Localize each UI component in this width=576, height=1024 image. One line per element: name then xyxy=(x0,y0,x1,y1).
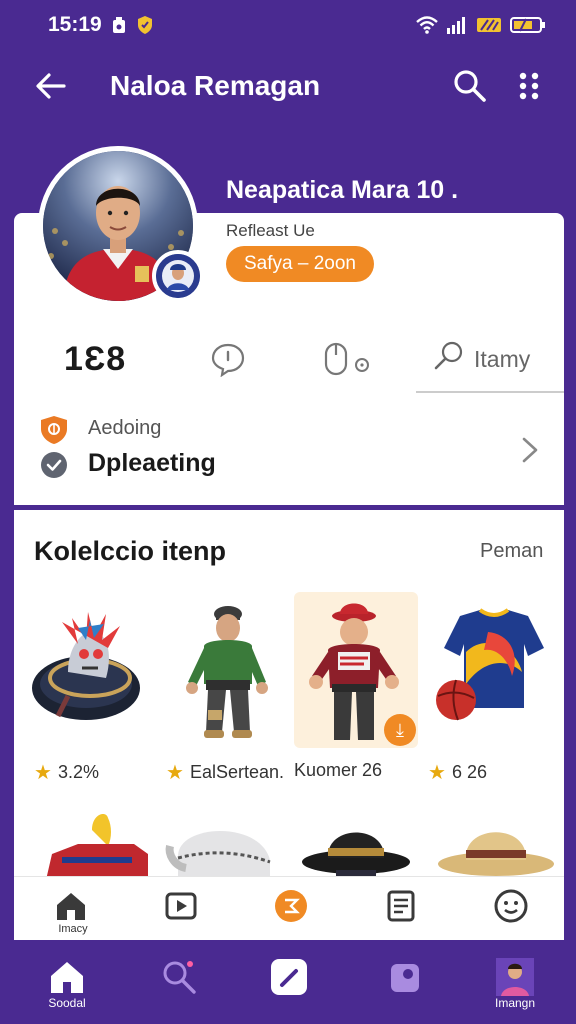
tab-underline xyxy=(416,391,564,393)
tab-video[interactable] xyxy=(124,877,234,941)
team-badge-icon xyxy=(152,250,204,302)
collection-item-caption: ★ 6 26 xyxy=(428,762,487,784)
shield-status-icon xyxy=(136,15,154,35)
home-icon xyxy=(54,889,88,923)
collection-section: Kolelccio itenp Peman ★ 3.2% ★ EalSertea… xyxy=(14,510,564,876)
shield-icon xyxy=(40,415,68,445)
stats-row: 1Ɛ8 Itamy xyxy=(14,323,564,395)
collection-item-jersey[interactable] xyxy=(426,592,550,748)
mouse-icon[interactable] xyxy=(322,323,374,395)
profile-status-pill[interactable]: Safya – 2oon xyxy=(226,246,374,282)
star-icon: ★ xyxy=(428,762,446,784)
data-saver-icon xyxy=(476,16,502,34)
download-icon[interactable]: ⤓ xyxy=(384,714,416,746)
chevron-right-icon[interactable] xyxy=(518,435,542,465)
search-tab[interactable]: Itamy xyxy=(432,323,530,395)
collection-item-caption: Kuomer 26 xyxy=(294,760,383,780)
collection-item-black-hat[interactable] xyxy=(296,810,420,876)
status-time: 15:19 xyxy=(48,13,102,36)
notification-icon xyxy=(110,15,128,35)
activity-row[interactable]: Aedoing Dpleaeting xyxy=(14,409,564,505)
collection-item-straw-hat[interactable] xyxy=(432,810,556,876)
collection-item-caption: ★ EalSertean. xyxy=(166,762,284,784)
comment-icon[interactable] xyxy=(210,323,246,395)
coin-icon xyxy=(274,889,308,923)
collection-item-mask[interactable] xyxy=(28,592,152,748)
tab-document[interactable] xyxy=(344,877,454,941)
activity-title: Dpleaeting xyxy=(88,449,216,477)
collection-item-soldier[interactable] xyxy=(166,592,290,748)
bag-icon xyxy=(386,958,424,996)
back-arrow-icon[interactable] xyxy=(34,69,68,103)
star-icon: ★ xyxy=(34,762,52,784)
profile-avatar-icon xyxy=(496,958,534,996)
signal-icon xyxy=(446,16,468,34)
nav-profile[interactable]: Imangn xyxy=(466,944,562,1024)
profile-sub-label: Refleast Ue xyxy=(226,221,315,240)
collection-item-caption: ★ 3.2% xyxy=(34,762,99,784)
search-icon[interactable] xyxy=(452,68,488,104)
tab-coin[interactable] xyxy=(234,877,344,941)
in-app-tab-bar: Imacy xyxy=(14,876,564,940)
wifi-icon xyxy=(416,16,438,34)
search-tab-label: Itamy xyxy=(474,345,531,372)
tab-smile[interactable] xyxy=(454,877,564,941)
home-icon xyxy=(48,958,86,996)
star-icon: ★ xyxy=(166,762,184,784)
bottom-navigation-bar: Soodal Imangn xyxy=(0,944,576,1024)
more-options-icon[interactable] xyxy=(514,68,544,104)
activity-label: Aedoing xyxy=(88,417,162,439)
nav-home[interactable]: Soodal xyxy=(18,944,114,1024)
search-tab-icon xyxy=(432,339,466,379)
nav-edit[interactable] xyxy=(240,944,336,1024)
collection-see-more-link[interactable]: Peman xyxy=(480,540,543,563)
stat-count: 1Ɛ8 xyxy=(64,339,127,378)
tab-home[interactable]: Imacy xyxy=(14,877,124,941)
search-icon xyxy=(160,958,198,996)
document-icon xyxy=(384,889,418,923)
edit-icon xyxy=(270,958,308,996)
collection-item-jersey-red[interactable] xyxy=(42,810,166,876)
nav-search[interactable] xyxy=(130,944,226,1024)
status-bar: 15:19 xyxy=(0,0,576,50)
video-icon xyxy=(164,889,198,923)
nav-bag[interactable] xyxy=(356,944,452,1024)
profile-name: Neapatica Mara 10 . xyxy=(226,176,459,204)
battery-icon xyxy=(510,16,546,34)
collection-item-cowboy[interactable]: ⤓ xyxy=(294,592,418,748)
collection-title: Kolelccio itenp xyxy=(34,536,227,566)
collection-item-cap[interactable] xyxy=(164,810,288,876)
page-title: Naloa Remagan xyxy=(110,70,321,101)
top-app-bar: Naloa Remagan xyxy=(0,55,576,119)
smile-icon xyxy=(494,889,528,923)
check-circle-icon xyxy=(40,451,68,479)
